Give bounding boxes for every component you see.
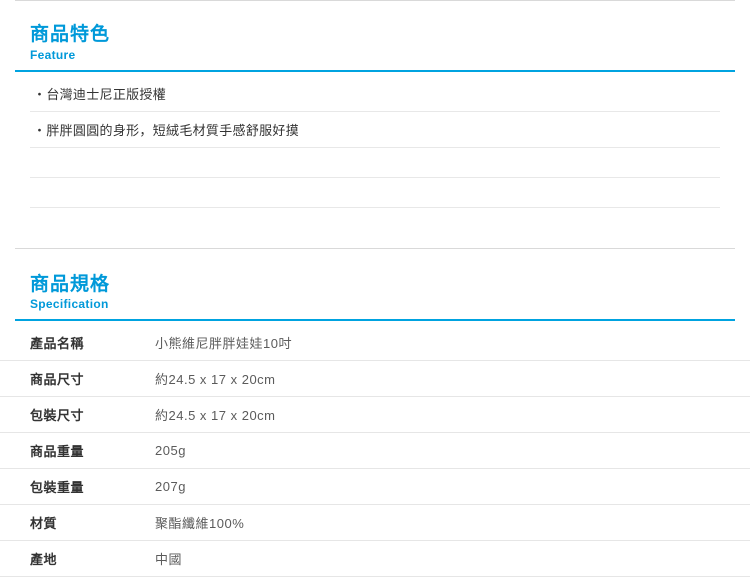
spec-value: 約24.5 x 17 x 20cm [155,397,750,433]
spec-row: 商品重量 205g [0,433,750,469]
feature-title-cn: 商品特色 [30,23,720,48]
spec-label: 包裝尺寸 [0,397,155,433]
spec-value: 聚酯纖維100% [155,505,750,541]
spec-row: 材質 聚酯纖維100% [0,505,750,541]
spec-row: 包裝重量 207g [0,469,750,505]
spec-label: 產品名稱 [0,325,155,361]
spec-section: 商品規格 Specification 產品名稱 小熊維尼胖胖娃娃10吋 商品尺寸… [0,248,750,577]
feature-blank-row [30,178,720,208]
spec-label: 商品尺寸 [0,361,155,397]
accent-divider [15,319,735,321]
feature-section: 商品特色 Feature 台灣迪士尼正版授權 胖胖圓圓的身形，短絨毛材質手感舒服… [0,0,750,208]
spec-value: 約24.5 x 17 x 20cm [155,361,750,397]
feature-header: 商品特色 Feature [0,1,750,70]
feature-item: 胖胖圓圓的身形，短絨毛材質手感舒服好摸 [30,112,720,148]
spec-label: 商品重量 [0,433,155,469]
spec-value: 中國 [155,541,750,577]
spec-title-cn: 商品規格 [30,273,720,298]
spec-value: 207g [155,469,750,505]
spec-label: 產地 [0,541,155,577]
feature-title-en: Feature [30,48,720,62]
spec-label: 包裝重量 [0,469,155,505]
spec-label: 材質 [0,505,155,541]
feature-list: 台灣迪士尼正版授權 胖胖圓圓的身形，短絨毛材質手感舒服好摸 [0,72,750,208]
spec-row: 商品尺寸 約24.5 x 17 x 20cm [0,361,750,397]
spec-title-en: Specification [30,297,720,311]
spec-row: 產地 中國 [0,541,750,577]
feature-blank-row [30,148,720,178]
spec-header: 商品規格 Specification [0,249,750,320]
spec-table: 產品名稱 小熊維尼胖胖娃娃10吋 商品尺寸 約24.5 x 17 x 20cm … [0,325,750,577]
spec-row: 產品名稱 小熊維尼胖胖娃娃10吋 [0,325,750,361]
feature-item: 台灣迪士尼正版授權 [30,76,720,112]
spec-row: 包裝尺寸 約24.5 x 17 x 20cm [0,397,750,433]
spec-value: 205g [155,433,750,469]
spec-value: 小熊維尼胖胖娃娃10吋 [155,325,750,361]
